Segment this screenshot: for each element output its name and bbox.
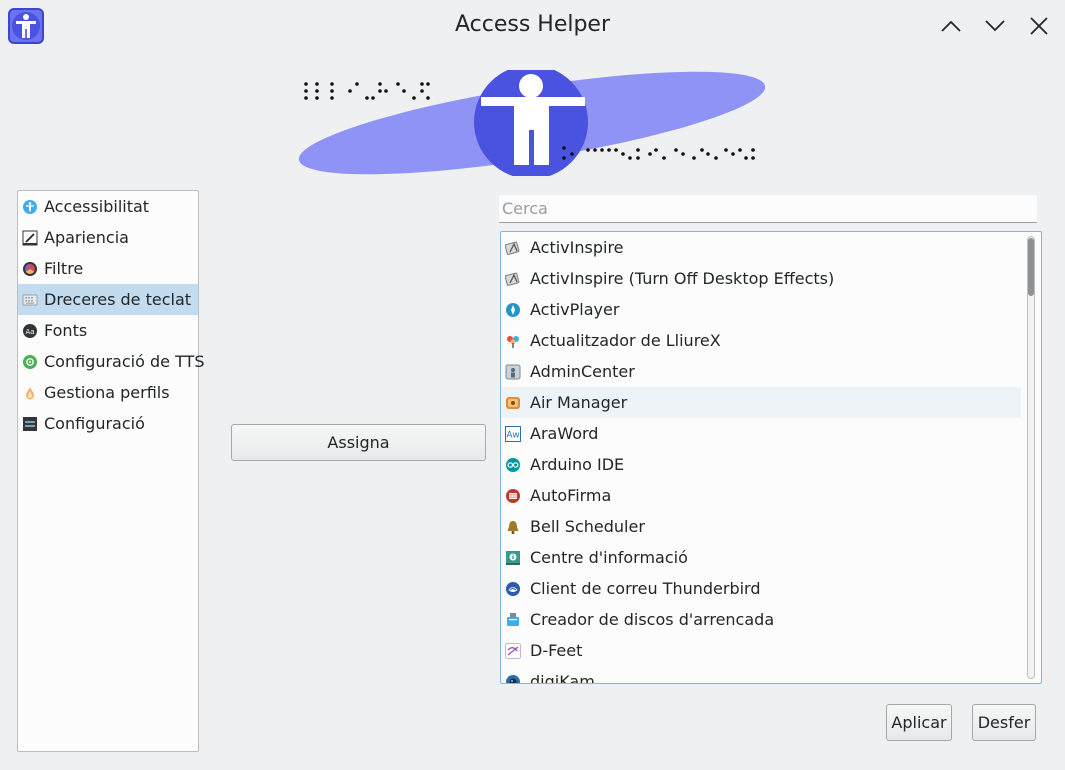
- chevron-up-icon: [941, 20, 961, 32]
- thunderbird-icon: [505, 581, 521, 597]
- sidebar-item-dreceres-de-teclat[interactable]: Dreceres de teclat: [18, 284, 198, 315]
- sidebar-item-configuracio[interactable]: Configuració: [18, 408, 198, 439]
- list-item[interactable]: Actualitzador de LliureX: [501, 325, 1021, 356]
- list-item[interactable]: Bell Scheduler: [501, 511, 1021, 542]
- list-item-label: Arduino IDE: [530, 455, 625, 474]
- settings-panel-icon: [22, 416, 38, 432]
- sidebar-item-apariencia[interactable]: Apariencia: [18, 222, 198, 253]
- sidebar-item-configuracio-de-tts[interactable]: Configuració de TTS: [18, 346, 204, 377]
- list-item-label: ActivInspire: [530, 238, 624, 257]
- accessibility-icon: [22, 199, 38, 215]
- color-filter-icon: [22, 261, 38, 277]
- list-item[interactable]: digiKam: [501, 666, 1021, 684]
- araword-icon: Aw: [505, 425, 521, 442]
- list-item[interactable]: Creador de discos d'arrencada: [501, 604, 1021, 635]
- activinspire-icon: [504, 271, 521, 287]
- list-item[interactable]: ActivInspire: [501, 232, 1021, 263]
- sidebar-item-gestiona-perfils[interactable]: Gestiona perfils: [18, 377, 198, 408]
- bell-icon: [505, 519, 521, 535]
- list-item-label: digiKam: [530, 672, 595, 684]
- digikam-icon: [505, 674, 521, 683]
- usb-creator-icon: [505, 612, 521, 628]
- undo-button[interactable]: Desfer: [972, 704, 1036, 741]
- title-bar: Access Helper: [0, 0, 1065, 52]
- category-list: Accessibilitat Apariencia Filtre Drecere…: [17, 190, 204, 752]
- sidebar-item-label: Fonts: [44, 321, 88, 340]
- list-item-label: Air Manager: [530, 393, 628, 412]
- list-item[interactable]: AdminCenter: [501, 356, 1021, 387]
- arduino-icon: [505, 457, 521, 473]
- sidebar-item-label: Gestiona perfils: [44, 383, 170, 402]
- list-item[interactable]: Centre d'informació: [501, 542, 1021, 573]
- sidebar-item-filtre[interactable]: Filtre: [18, 253, 198, 284]
- list-item-label: ActivInspire (Turn Off Desktop Effects): [530, 269, 835, 288]
- svg-text:Aa: Aa: [25, 328, 34, 336]
- list-item-label: AdminCenter: [530, 362, 635, 381]
- search-input[interactable]: [499, 195, 1037, 223]
- autofirma-icon: [505, 488, 521, 504]
- appearance-pen-icon: [22, 230, 38, 246]
- list-item[interactable]: ActivPlayer: [501, 294, 1021, 325]
- list-item[interactable]: ActivInspire (Turn Off Desktop Effects): [501, 263, 1021, 294]
- font-icon: Aa: [22, 323, 38, 339]
- air-manager-icon: [505, 395, 521, 411]
- lliurex-updater-icon: [505, 333, 521, 349]
- list-item-label: Creador de discos d'arrencada: [530, 610, 775, 629]
- sidebar-item-label: Accessibilitat: [44, 197, 150, 216]
- list-item-label: Centre d'informació: [530, 548, 688, 567]
- list-item-label: Bell Scheduler: [530, 517, 645, 536]
- info-centre-icon: [505, 550, 521, 566]
- d-feet-icon: [505, 642, 521, 659]
- svg-text:Aw: Aw: [506, 430, 519, 440]
- maximize-button[interactable]: [981, 12, 1009, 40]
- sidebar-item-label: Dreceres de teclat: [44, 290, 192, 309]
- vertical-scrollbar[interactable]: [1027, 236, 1035, 679]
- window-title: Access Helper: [454, 12, 611, 37]
- list-item[interactable]: Client de correu Thunderbird: [501, 573, 1021, 604]
- keyboard-icon: [22, 292, 38, 308]
- apply-button[interactable]: Aplicar: [886, 704, 952, 741]
- list-item-label: Client de correu Thunderbird: [530, 579, 761, 598]
- scrollbar-thumb[interactable]: [1028, 238, 1034, 296]
- list-item-label: AutoFirma: [530, 486, 612, 505]
- list-item-label: Actualitzador de LliureX: [530, 331, 721, 350]
- tts-icon: [22, 354, 38, 370]
- list-item[interactable]: AutoFirma: [501, 480, 1021, 511]
- minimize-button[interactable]: [937, 12, 965, 40]
- list-item[interactable]: Aw AraWord: [501, 418, 1021, 449]
- accessibility-banner-logo: [298, 65, 768, 179]
- sidebar-item-label: Apariencia: [44, 228, 129, 247]
- list-item-label: D-Feet: [530, 641, 583, 660]
- list-item-label: AraWord: [530, 424, 599, 443]
- list-item[interactable]: Arduino IDE: [501, 449, 1021, 480]
- chevron-down-icon: [985, 20, 1005, 32]
- list-item[interactable]: Air Manager: [501, 387, 1021, 418]
- activinspire-icon: [504, 240, 521, 256]
- close-button[interactable]: [1025, 12, 1053, 40]
- activplayer-icon: [505, 302, 521, 318]
- sidebar-item-label: Configuració de TTS: [44, 352, 205, 371]
- list-item[interactable]: D-Feet: [501, 635, 1021, 666]
- sidebar-item-fonts[interactable]: Aa Fonts: [18, 315, 198, 346]
- sidebar-item-label: Configuració: [44, 414, 145, 433]
- admincenter-icon: [505, 364, 521, 380]
- application-list[interactable]: ActivInspire ActivInspire (Turn Off Desk…: [500, 231, 1042, 684]
- list-item-label: ActivPlayer: [530, 300, 620, 319]
- assign-button[interactable]: Assigna: [231, 424, 486, 461]
- profile-drop-icon: [22, 385, 38, 401]
- close-icon: [1030, 17, 1048, 35]
- sidebar-item-accessibilitat[interactable]: Accessibilitat: [18, 191, 198, 222]
- sidebar-item-label: Filtre: [44, 259, 84, 278]
